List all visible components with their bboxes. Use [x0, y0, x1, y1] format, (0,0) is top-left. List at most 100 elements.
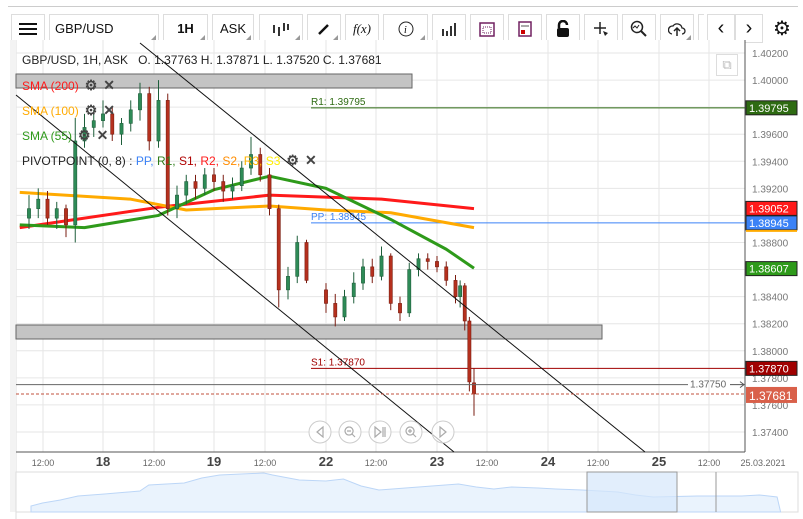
pivot-legend-r2: R2,	[200, 154, 223, 168]
x-tick-label: 25	[652, 454, 666, 469]
zone-rectangle	[15, 324, 603, 340]
candle-body	[212, 174, 216, 182]
candle	[267, 168, 272, 216]
level-price-tag-text: 1.39795	[749, 103, 789, 115]
candle-body	[147, 93, 152, 142]
nav-left-button[interactable]	[308, 420, 332, 444]
y-tick-label: 1.39400	[752, 157, 789, 168]
navigator-window	[586, 471, 678, 513]
x-tick-label: 23	[430, 454, 444, 469]
x-tick-label: 12:00	[587, 458, 610, 468]
level-price-tag-text: 1.38945	[749, 218, 789, 230]
close-icon[interactable]: ✕	[103, 77, 115, 94]
alert-label: 1.37750	[690, 380, 727, 391]
close-icon[interactable]: ✕	[305, 152, 317, 169]
price-chart[interactable]: 1.402001.400001.398001.396001.394001.392…	[0, 0, 803, 519]
candle-body	[193, 181, 198, 189]
close-icon[interactable]: ✕	[97, 127, 109, 144]
candle-body	[221, 181, 226, 192]
candle-body	[184, 181, 189, 196]
candle-body	[138, 93, 142, 111]
candle-body	[156, 100, 161, 142]
pivot-legend-s1: S1,	[178, 154, 201, 168]
zoom-in-button[interactable]	[399, 420, 423, 444]
candle-body	[36, 198, 41, 209]
nav-button-circle	[368, 420, 392, 444]
candle-body	[304, 242, 309, 281]
last-price-tag-text: 1.37681	[749, 389, 793, 403]
y-tick-label: 1.40200	[752, 49, 789, 60]
reset-button[interactable]	[368, 420, 392, 444]
y-tick-label: 1.39600	[752, 130, 789, 141]
gear-icon[interactable]: ⚙	[85, 77, 98, 94]
candle	[295, 235, 300, 284]
pivot-legend-pp: PP,	[135, 154, 157, 168]
x-tick-label: 19	[207, 454, 221, 469]
candle-body	[64, 208, 68, 226]
zoom-out-button[interactable]	[338, 420, 362, 444]
x-tick-label: 22	[319, 454, 333, 469]
candle-body	[276, 208, 281, 291]
x-tick-label: 12:00	[254, 458, 277, 468]
x-tick-label: 25.03.2021	[740, 458, 785, 468]
gear-icon[interactable]: ⚙	[78, 127, 91, 144]
legend-sma-200: SMA (200) ⚙ ✕	[22, 77, 115, 94]
x-tick-label: 12:00	[143, 458, 166, 468]
y-tick-label: 1.38800	[752, 238, 789, 249]
candle-body	[295, 242, 300, 277]
candle-body	[388, 255, 393, 304]
nav-right-button[interactable]	[431, 420, 455, 444]
candle-body	[175, 194, 179, 209]
candle-body	[239, 167, 244, 186]
candle-body	[467, 320, 472, 383]
pivot-legend-s2: S2,	[222, 154, 244, 168]
candle-body	[324, 289, 328, 304]
x-tick-label: 12:00	[698, 458, 721, 468]
pivot-level-label: PP: 1.38945	[311, 212, 366, 223]
x-tick-label: 24	[541, 454, 556, 469]
candle-body	[128, 109, 133, 124]
pivot-legend-r3: R3,	[243, 154, 266, 168]
candle	[304, 239, 309, 284]
candle-body	[54, 208, 59, 219]
candle-body	[286, 276, 290, 291]
candle-body	[458, 285, 463, 297]
candle-body	[361, 266, 365, 284]
y-tick-label: 1.38000	[752, 347, 789, 358]
candle-body	[351, 282, 356, 297]
candle-body	[398, 303, 402, 314]
sma-price-tag-text: 1.39052	[749, 203, 789, 215]
sma100-tag-marker	[746, 229, 797, 232]
candle-body	[267, 174, 272, 209]
nav-button-circle	[338, 420, 362, 444]
candle-body	[462, 285, 467, 322]
popout-button[interactable]: ⧉	[716, 54, 738, 76]
ohlc-readout: O. 1.37763 H. 1.37871 L. 1.37520 C. 1.37…	[138, 53, 382, 67]
pivot-legend-s3: S3	[265, 154, 281, 168]
candle-body	[425, 258, 430, 262]
gear-icon[interactable]: ⚙	[85, 102, 98, 119]
candle-body	[379, 255, 384, 277]
close-icon[interactable]: ✕	[103, 102, 115, 119]
legend-sma-100: SMA (100) ⚙ ✕	[22, 102, 115, 119]
candle-body	[119, 123, 124, 135]
y-tick-label: 1.38200	[752, 320, 789, 331]
pivot-legend-r1: R1,	[156, 154, 179, 168]
x-tick-label: 12:00	[365, 458, 388, 468]
chart-legend-title: GBP/USD, 1H, ASK O. 1.37763 H. 1.37871 L…	[22, 53, 382, 67]
pivot-level-label: R1: 1.39795	[311, 97, 366, 108]
plot-area	[16, 40, 745, 452]
candle	[388, 253, 393, 311]
nav-button-circle	[308, 420, 332, 444]
y-tick-label: 1.39200	[752, 184, 789, 195]
candle-body	[333, 303, 338, 318]
candle-body	[435, 261, 439, 268]
y-tick-label: 1.38400	[752, 293, 789, 304]
legend-pivotpoint: PIVOTPOINT (0, 8) : PP, R1, S1, R2, S2, …	[22, 152, 317, 169]
gear-icon[interactable]: ⚙	[286, 152, 299, 169]
candle-body	[230, 185, 235, 192]
x-tick-label: 12:00	[32, 458, 55, 468]
candle-body	[370, 266, 375, 277]
candle-body	[342, 296, 347, 318]
y-tick-label: 1.40000	[752, 76, 789, 87]
